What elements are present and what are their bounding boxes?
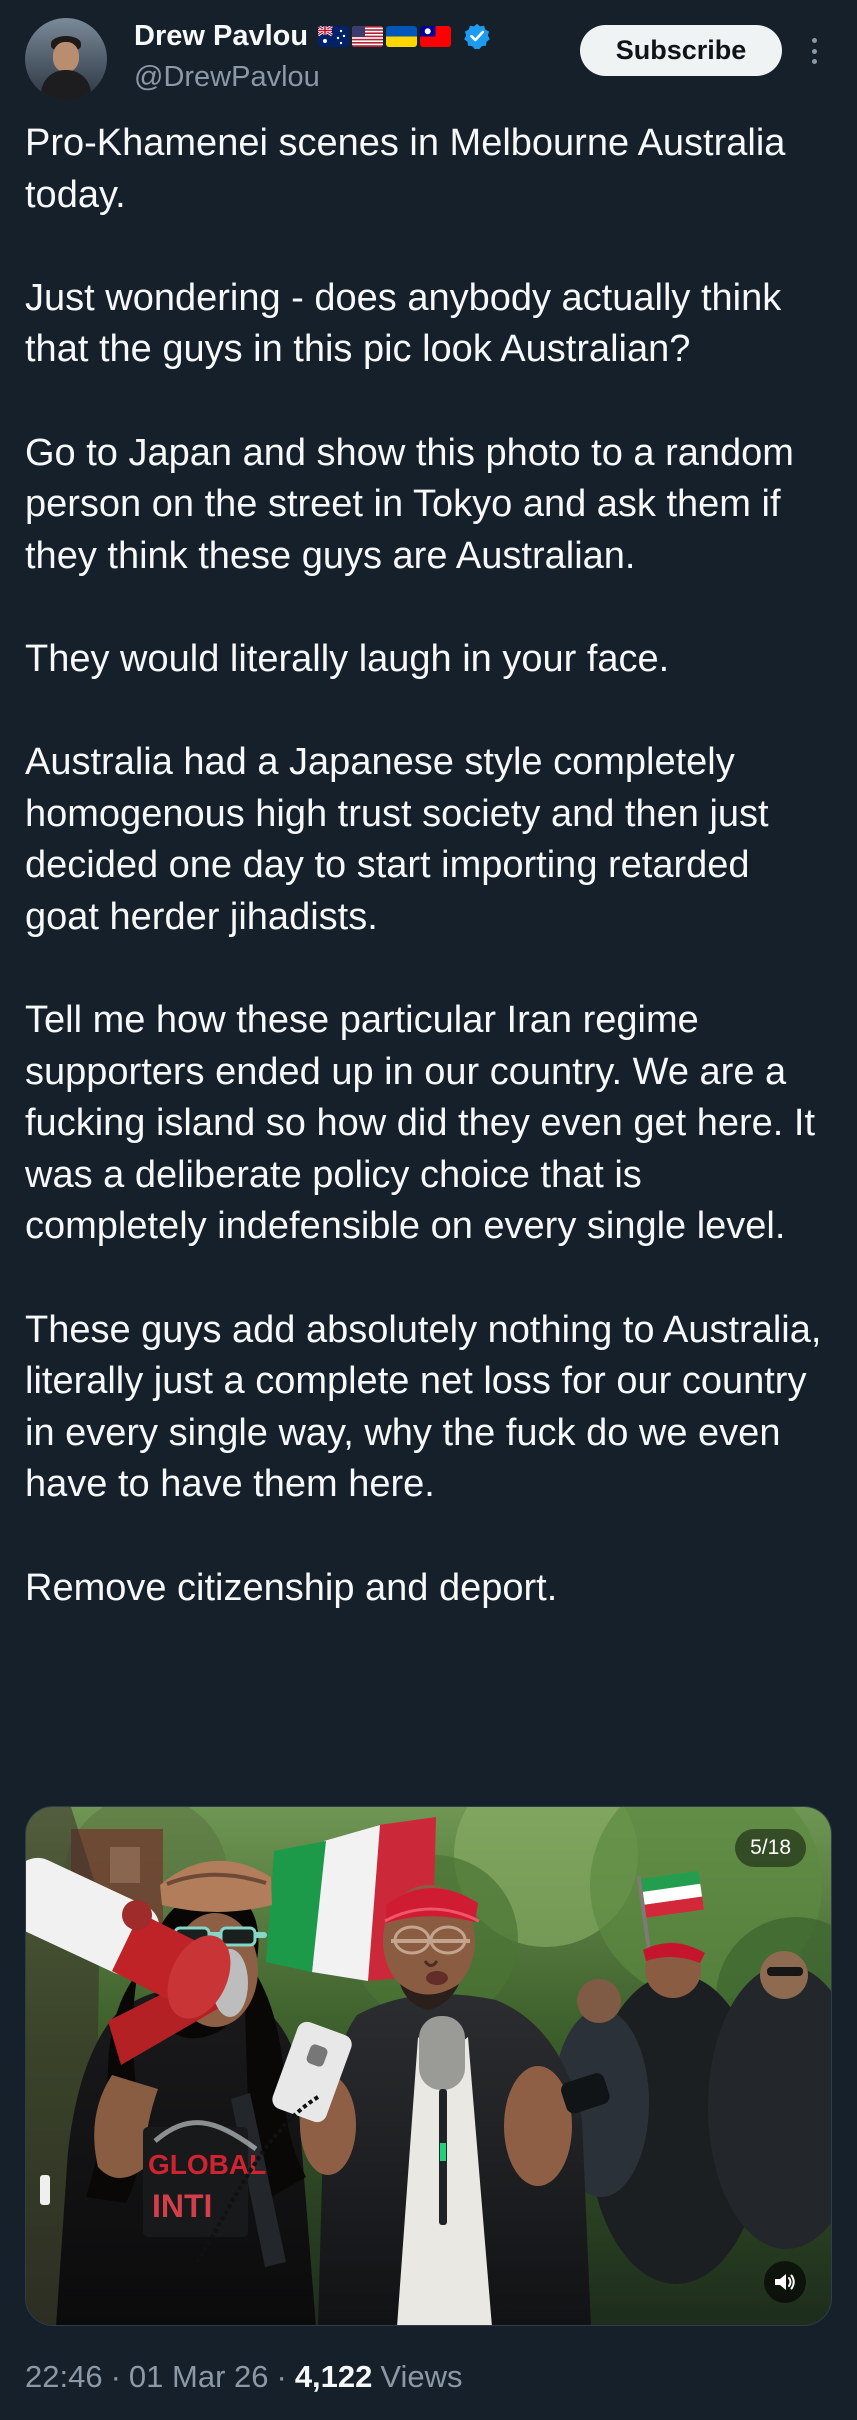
views-count: 4,122: [294, 2359, 373, 2394]
australia-flag-icon: [318, 25, 350, 47]
flags: [318, 25, 452, 47]
tweet-paragraph: They would literally laugh in your face.: [25, 637, 670, 680]
tweet-photo[interactable]: GLOBAL INTI 5/18: [25, 1806, 832, 2326]
tweet-time[interactable]: 22:46: [25, 2359, 103, 2395]
tweet-paragraph: Australia had a Japanese style completel…: [25, 741, 769, 938]
views-label: Views: [380, 2359, 463, 2394]
tweet-metadata: 22:46 · 01 Mar 26 · 4,122 Views: [25, 2356, 463, 2398]
photo-counter: 5/18: [735, 1829, 806, 1867]
display-name[interactable]: Drew Pavlou: [134, 19, 308, 53]
tweet-paragraph: Just wondering - does anybody actually t…: [25, 276, 782, 371]
separator-dot: ·: [110, 2359, 121, 2394]
separator-dot: ·: [276, 2359, 287, 2394]
photo-scene: GLOBAL INTI: [26, 1807, 831, 2325]
taiwan-flag-icon: [420, 25, 452, 47]
avatar[interactable]: [25, 18, 107, 100]
tweet-paragraph: Go to Japan and show this photo to a ran…: [25, 431, 794, 577]
more-options-icon[interactable]: [802, 31, 826, 71]
tweet-paragraph: Remove citizenship and deport.: [25, 1566, 558, 1609]
tweet-paragraph: Tell me how these particular Iran regime…: [25, 999, 816, 1248]
tweet-header: Drew Pavlou @DrewPavlou Subscribe: [0, 0, 857, 100]
media-progress-marker: [40, 2175, 50, 2205]
author-name-row[interactable]: Drew Pavlou: [134, 19, 491, 53]
subscribe-button[interactable]: Subscribe: [580, 25, 782, 76]
usa-flag-icon: [352, 25, 384, 47]
tweet-paragraph: Pro-Khamenei scenes in Melbourne Austral…: [25, 122, 786, 216]
verified-badge-icon: [463, 22, 491, 50]
tweet-text: Pro-Khamenei scenes in Melbourne Austral…: [25, 118, 830, 1614]
volume-icon[interactable]: [764, 2261, 806, 2303]
author-handle[interactable]: @DrewPavlou: [134, 60, 320, 94]
tweet-date[interactable]: 01 Mar 26: [129, 2359, 269, 2395]
svg-text:INTI: INTI: [152, 2188, 212, 2224]
ukraine-flag-icon: [386, 25, 418, 47]
tweet-paragraph: These guys add absolutely nothing to Aus…: [25, 1308, 822, 1506]
